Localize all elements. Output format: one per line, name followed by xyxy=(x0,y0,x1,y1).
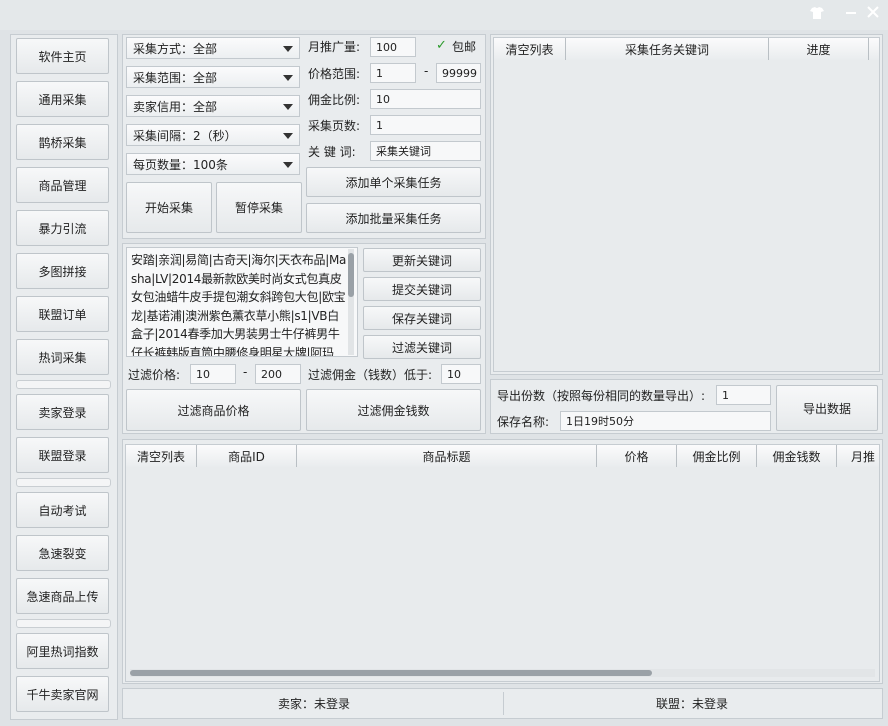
sidebar-image-stitch-button[interactable]: 多图拼接 xyxy=(16,253,109,289)
pause-collect-button[interactable]: 暂停采集 xyxy=(216,182,302,233)
filter-commission-label: 过滤佣金（钱数）低于: xyxy=(308,368,433,382)
sidebar-separator xyxy=(16,478,111,487)
sidebar-alliance-login-button[interactable]: 联盟登录 xyxy=(16,437,109,473)
sidebar-traffic-boost-button[interactable]: 暴力引流 xyxy=(16,210,109,246)
chevron-down-icon xyxy=(283,75,293,81)
product-hscrollbar[interactable] xyxy=(130,669,875,677)
price-range-label: 价格范围: xyxy=(308,67,361,81)
collect-method-select[interactable]: 采集方式：全部 xyxy=(126,37,300,59)
free-shipping-checkbox[interactable]: ✓ xyxy=(436,39,448,52)
add-single-task-button[interactable]: 添加单个采集任务 xyxy=(306,167,481,197)
filter-price-min-input[interactable]: 10 xyxy=(190,364,236,384)
keyword-label: 关 键 词: xyxy=(308,145,356,159)
minimize-icon[interactable] xyxy=(840,5,862,25)
price-max-input[interactable]: 99999 xyxy=(436,63,481,83)
product-title-header[interactable]: 商品标题 xyxy=(297,445,597,467)
task-header-filler xyxy=(869,38,879,60)
per-page-value: 每页数量：100条 xyxy=(133,157,228,172)
keyword-scrollbar-thumb[interactable] xyxy=(348,253,354,297)
collect-interval-select[interactable]: 采集间隔：2（秒） xyxy=(126,124,300,146)
alliance-status: 联盟：未登录 xyxy=(656,697,729,711)
update-keywords-button[interactable]: 更新关键词 xyxy=(363,248,481,272)
chevron-down-icon xyxy=(283,46,293,52)
task-keyword-header[interactable]: 采集任务关键词 xyxy=(566,38,769,60)
collect-pages-label: 采集页数: xyxy=(308,119,361,133)
sidebar-home-button[interactable]: 软件主页 xyxy=(16,38,109,74)
keyword-list-textarea[interactable]: 安踏|亲润|易简|古奇天|海尔|天衣布品|Masha|LV|2014最新款欧美时… xyxy=(126,247,358,357)
price-min-input[interactable]: 1 xyxy=(370,63,416,83)
sidebar-rapid-product-upload-button[interactable]: 急速商品上传 xyxy=(16,578,109,614)
keyword-input[interactable]: 采集关键词 xyxy=(370,141,481,161)
product-commission-amount-header[interactable]: 佣金钱数 xyxy=(757,445,837,467)
collect-range-select[interactable]: 采集范围：全部 xyxy=(126,66,300,88)
product-price-header[interactable]: 价格 xyxy=(597,445,677,467)
product-id-header[interactable]: 商品ID xyxy=(197,445,297,467)
sidebar-qianniu-seller-site-button[interactable]: 千牛卖家官网 xyxy=(16,676,109,712)
filter-price-max-input[interactable]: 200 xyxy=(255,364,301,384)
sidebar-hotword-collect-button[interactable]: 热词采集 xyxy=(16,339,109,375)
filter-price-button[interactable]: 过滤商品价格 xyxy=(126,389,301,431)
task-clear-list-header[interactable]: 清空列表 xyxy=(494,38,566,60)
sidebar-separator xyxy=(16,619,111,628)
sidebar-auto-exam-button[interactable]: 自动考试 xyxy=(16,492,109,528)
sidebar-separator xyxy=(16,380,111,389)
collect-method-value: 采集方式：全部 xyxy=(133,41,218,56)
per-page-select[interactable]: 每页数量：100条 xyxy=(126,153,300,175)
title-bar xyxy=(0,0,888,30)
sidebar-product-manage-button[interactable]: 商品管理 xyxy=(16,167,109,203)
save-name-input[interactable]: 1日19时50分 xyxy=(560,411,771,431)
collect-interval-value: 采集间隔：2（秒） xyxy=(133,128,237,143)
submit-keywords-button[interactable]: 提交关键词 xyxy=(363,277,481,301)
seller-credit-select[interactable]: 卖家信用：全部 xyxy=(126,95,300,117)
export-count-input[interactable]: 1 xyxy=(716,385,771,405)
status-divider xyxy=(503,692,504,715)
monthly-promo-label: 月推广量: xyxy=(308,40,361,54)
price-range-separator: - xyxy=(424,64,429,78)
commission-rate-label: 佣金比例: xyxy=(308,93,361,107)
export-data-button[interactable]: 导出数据 xyxy=(776,385,878,431)
chevron-down-icon xyxy=(283,133,293,139)
seller-credit-value: 卖家信用：全部 xyxy=(133,99,218,114)
sidebar-ali-hotword-index-button[interactable]: 阿里热词指数 xyxy=(16,633,109,669)
collect-pages-input[interactable]: 1 xyxy=(370,115,481,135)
chevron-down-icon xyxy=(283,104,293,110)
filter-price-separator: - xyxy=(243,365,248,379)
save-keywords-button[interactable]: 保存关键词 xyxy=(363,306,481,330)
product-commission-rate-header[interactable]: 佣金比例 xyxy=(677,445,757,467)
add-batch-task-button[interactable]: 添加批量采集任务 xyxy=(306,203,481,233)
product-table[interactable]: 清空列表 商品ID 商品标题 价格 佣金比例 佣金钱数 月推 xyxy=(125,444,880,682)
product-clear-list-header[interactable]: 清空列表 xyxy=(126,445,197,467)
keyword-scrollbar[interactable] xyxy=(348,249,354,355)
product-hscrollbar-thumb[interactable] xyxy=(130,670,652,676)
sidebar-seller-login-button[interactable]: 卖家登录 xyxy=(16,394,109,430)
sidebar-general-collect-button[interactable]: 通用采集 xyxy=(16,81,109,117)
sidebar-rapid-fission-button[interactable]: 急速裂变 xyxy=(16,535,109,571)
filter-price-label: 过滤价格: xyxy=(128,368,181,382)
task-progress-header[interactable]: 进度 xyxy=(769,38,869,60)
save-name-label: 保存名称: xyxy=(497,415,550,429)
filter-keywords-button[interactable]: 过滤关键词 xyxy=(363,335,481,359)
task-table[interactable]: 清空列表 采集任务关键词 进度 xyxy=(493,37,880,372)
start-collect-button[interactable]: 开始采集 xyxy=(126,182,212,233)
shirt-icon[interactable] xyxy=(806,5,828,25)
sidebar-magpie-collect-button[interactable]: 鹊桥采集 xyxy=(16,124,109,160)
chevron-down-icon xyxy=(283,162,293,168)
close-icon[interactable] xyxy=(862,5,884,25)
filter-commission-input[interactable]: 10 xyxy=(441,364,481,384)
monthly-promo-input[interactable]: 100 xyxy=(370,37,416,57)
sidebar-alliance-orders-button[interactable]: 联盟订单 xyxy=(16,296,109,332)
commission-rate-input[interactable]: 10 xyxy=(370,89,481,109)
collect-range-value: 采集范围：全部 xyxy=(133,70,218,85)
seller-status: 卖家：未登录 xyxy=(278,697,351,711)
free-shipping-label: 包邮 xyxy=(452,40,477,54)
product-monthly-header[interactable]: 月推 xyxy=(837,445,879,467)
export-count-label: 导出份数（按照每份相同的数量导出）: xyxy=(497,389,706,403)
filter-commission-button[interactable]: 过滤佣金钱数 xyxy=(306,389,481,431)
